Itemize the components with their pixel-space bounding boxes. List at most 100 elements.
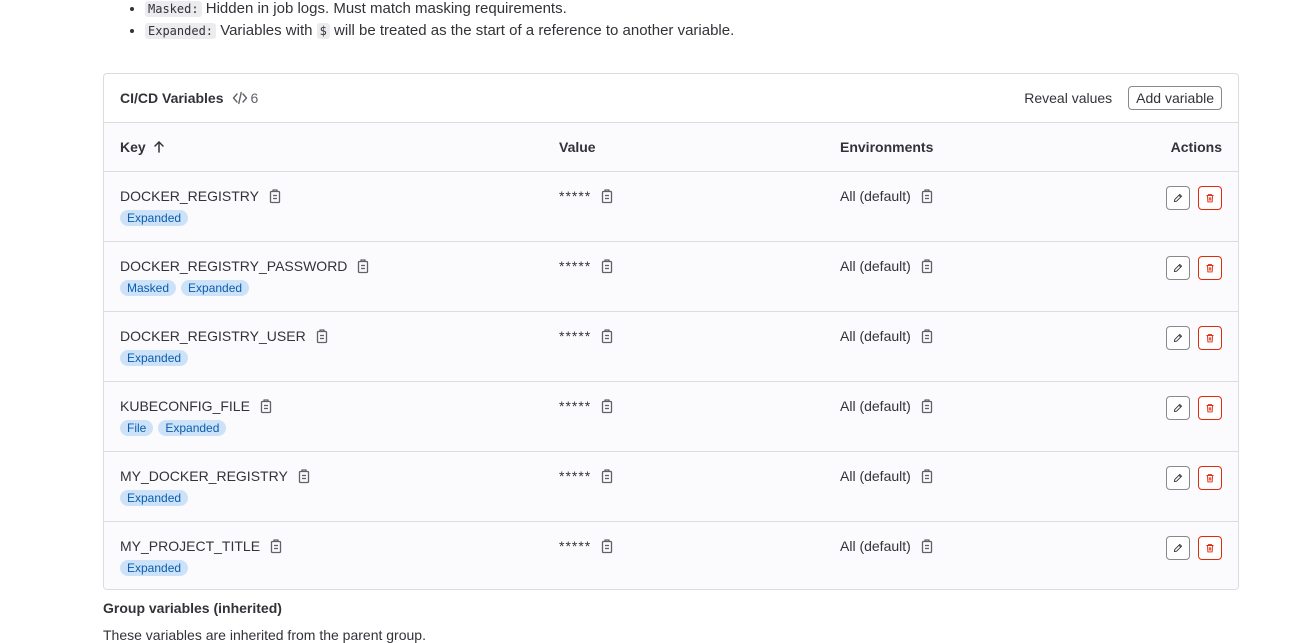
copy-environment-icon[interactable] xyxy=(920,538,936,554)
delete-button[interactable] xyxy=(1198,536,1222,560)
edit-button[interactable] xyxy=(1166,256,1190,280)
code-icon xyxy=(232,91,247,105)
variable-value: ***** xyxy=(559,188,592,204)
variable-value: ***** xyxy=(559,398,592,414)
copy-environment-icon[interactable] xyxy=(920,328,936,344)
group-variables-description: These variables are inherited from the p… xyxy=(103,627,426,643)
reveal-values-button[interactable]: Reveal values xyxy=(1024,90,1112,106)
legend-code: Masked: xyxy=(145,1,202,17)
copy-key-icon[interactable] xyxy=(269,538,285,554)
copy-environment-icon[interactable] xyxy=(920,188,936,204)
table-row: DOCKER_REGISTRY_USER Expanded ***** All … xyxy=(104,312,1238,382)
copy-value-icon[interactable] xyxy=(600,258,616,274)
delete-button[interactable] xyxy=(1198,256,1222,280)
card-title-text: CI/CD Variables xyxy=(120,90,224,106)
table-body: DOCKER_REGISTRY Expanded ***** All (defa… xyxy=(104,172,1238,589)
variable-count-value: 6 xyxy=(250,90,259,106)
copy-value-icon[interactable] xyxy=(600,328,616,344)
table-row: MY_DOCKER_REGISTRY Expanded ***** All (d… xyxy=(104,452,1238,522)
copy-key-icon[interactable] xyxy=(268,188,284,204)
copy-icon xyxy=(260,399,272,414)
copy-environment-icon[interactable] xyxy=(920,258,936,274)
value-cell: ***** xyxy=(559,536,840,556)
column-key[interactable]: Key xyxy=(104,139,559,155)
table-row: MY_PROJECT_TITLE Expanded ***** All (def… xyxy=(104,522,1238,589)
value-cell: ***** xyxy=(559,396,840,416)
edit-button[interactable] xyxy=(1166,536,1190,560)
edit-button[interactable] xyxy=(1166,466,1190,490)
card-title: CI/CD Variables 6 xyxy=(120,90,258,106)
legend-inline-code: $ xyxy=(316,23,330,39)
copy-icon xyxy=(921,259,932,274)
delete-button[interactable] xyxy=(1198,396,1222,420)
arrow-up-icon xyxy=(153,141,164,153)
copy-icon xyxy=(298,469,309,484)
edit-button[interactable] xyxy=(1166,326,1190,350)
column-environments: Environments xyxy=(840,139,934,155)
delete-button[interactable] xyxy=(1198,466,1222,490)
pencil-icon xyxy=(1173,403,1183,413)
copy-value-icon[interactable] xyxy=(600,538,616,554)
environment-cell: All (default) xyxy=(840,396,1072,416)
copy-key-icon[interactable] xyxy=(297,468,313,484)
table-header: Key Value Environments Actions xyxy=(104,123,1238,172)
copy-icon xyxy=(602,259,613,274)
edit-button[interactable] xyxy=(1166,396,1190,420)
trash-icon xyxy=(1206,543,1214,553)
actions-cell xyxy=(1072,396,1238,420)
variable-count: 6 xyxy=(232,90,259,106)
copy-icon xyxy=(270,539,282,554)
variable-badge: Expanded xyxy=(120,210,189,226)
badge-list: Expanded xyxy=(120,490,559,506)
variables-card: CI/CD Variables 6 Reveal values Add vari… xyxy=(103,73,1239,590)
variable-value: ***** xyxy=(559,468,592,484)
edit-button[interactable] xyxy=(1166,186,1190,210)
trash-icon xyxy=(1206,263,1214,273)
variable-key: DOCKER_REGISTRY_PASSWORD xyxy=(120,258,348,274)
copy-icon xyxy=(602,399,613,414)
copy-icon xyxy=(316,329,327,344)
table-row: KUBECONFIG_FILE File Expanded ***** All (… xyxy=(104,382,1238,452)
actions-cell xyxy=(1072,186,1238,210)
copy-icon xyxy=(921,469,932,484)
value-cell: ***** xyxy=(559,186,840,206)
variable-badge: Expanded xyxy=(120,350,189,366)
variable-environment: All (default) xyxy=(840,188,911,204)
pencil-icon xyxy=(1173,263,1183,273)
environment-cell: All (default) xyxy=(840,326,1072,346)
copy-icon xyxy=(602,539,613,554)
copy-value-icon[interactable] xyxy=(600,188,616,204)
legend-item-masked: Masked: Hidden in job logs. Must match m… xyxy=(145,0,734,20)
copy-environment-icon[interactable] xyxy=(920,468,936,484)
copy-value-icon[interactable] xyxy=(600,468,616,484)
trash-icon xyxy=(1206,333,1214,343)
variable-environment: All (default) xyxy=(840,468,911,484)
key-cell: DOCKER_REGISTRY_PASSWORD Masked Expanded xyxy=(104,256,559,296)
card-header: CI/CD Variables 6 Reveal values Add vari… xyxy=(104,74,1238,123)
value-cell: ***** xyxy=(559,326,840,346)
copy-icon xyxy=(602,469,613,484)
badge-list: Expanded xyxy=(120,210,559,226)
legend-code: Expanded: xyxy=(145,23,217,39)
add-variable-button[interactable]: Add variable xyxy=(1128,86,1222,110)
delete-button[interactable] xyxy=(1198,186,1222,210)
pencil-icon xyxy=(1173,333,1183,343)
copy-key-icon[interactable] xyxy=(356,258,372,274)
copy-key-icon[interactable] xyxy=(315,328,331,344)
variable-value: ***** xyxy=(559,328,592,344)
key-cell: DOCKER_REGISTRY_USER Expanded xyxy=(104,326,559,366)
copy-value-icon[interactable] xyxy=(600,398,616,414)
badge-list: Expanded xyxy=(120,350,559,366)
trash-icon xyxy=(1206,403,1214,413)
copy-icon xyxy=(358,259,369,274)
actions-cell xyxy=(1072,256,1238,280)
variable-key: MY_PROJECT_TITLE xyxy=(120,538,261,554)
copy-icon xyxy=(602,329,613,344)
group-variables-title: Group variables (inherited) xyxy=(103,600,282,616)
delete-button[interactable] xyxy=(1198,326,1222,350)
key-cell: MY_DOCKER_REGISTRY Expanded xyxy=(104,466,559,506)
variable-types-legend: Masked: Hidden in job logs. Must match m… xyxy=(127,0,734,42)
column-value: Value xyxy=(559,139,596,155)
copy-environment-icon[interactable] xyxy=(920,398,936,414)
copy-key-icon[interactable] xyxy=(259,398,275,414)
